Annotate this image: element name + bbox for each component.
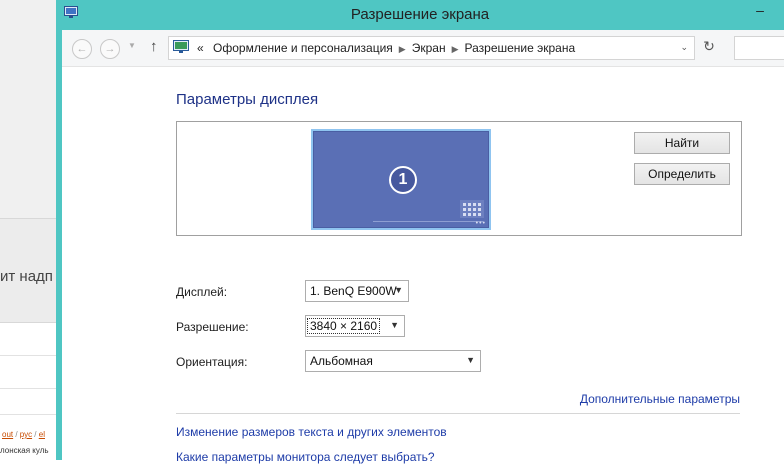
chevron-down-icon: ▼ — [394, 285, 403, 295]
background-link[interactable]: el — [39, 430, 45, 439]
chevron-down-icon: ▼ — [128, 41, 136, 50]
breadcrumb-item-resolution[interactable]: Разрешение экрана — [465, 41, 576, 55]
display-select[interactable]: 1. BenQ E900W ▼ — [305, 280, 409, 302]
display-arrangement: 1 ••• Найти Определить — [176, 121, 742, 236]
breadcrumb-item-display[interactable]: Экран — [412, 41, 446, 55]
dots-icon: ••• — [475, 220, 486, 227]
chevron-down-icon: ▼ — [390, 320, 399, 330]
taskbar-line — [373, 221, 483, 222]
forward-button[interactable]: → — [100, 39, 120, 59]
address-bar: ← → ▼ ↑ « Оформление и персонализация ▶ Эк… — [62, 30, 784, 67]
control-panel-icon — [173, 40, 189, 53]
resolution-value: 3840 × 2160 — [306, 318, 381, 334]
search-input[interactable] — [734, 36, 784, 60]
divider — [0, 414, 56, 415]
breadcrumb[interactable]: « Оформление и персонализация ▶ Экран ▶ Разр… — [168, 36, 695, 60]
find-button[interactable]: Найти — [634, 132, 730, 154]
background-links: out / рус / el — [2, 430, 45, 439]
advanced-settings-link[interactable]: Дополнительные параметры — [580, 392, 740, 406]
background-text: лонская куль — [0, 446, 49, 455]
minimize-button[interactable]: – — [750, 2, 770, 22]
chevron-down-icon: ▼ — [466, 355, 475, 365]
grid-icon — [460, 200, 484, 218]
back-button[interactable]: ← — [72, 39, 92, 59]
window-title: Разрешение экрана — [350, 6, 490, 23]
breadcrumb-item-personalization[interactable]: Оформление и персонализация — [213, 41, 393, 55]
monitor-help-link[interactable]: Какие параметры монитора следует выбрать… — [176, 450, 435, 464]
orientation-value: Альбомная — [310, 354, 373, 368]
resolution-label: Разрешение: — [176, 320, 249, 334]
up-button[interactable]: ↑ — [150, 38, 158, 55]
recent-pages-dropdown[interactable]: ▼ — [128, 41, 136, 50]
window-content: ← → ▼ ↑ « Оформление и персонализация ▶ Эк… — [62, 30, 784, 464]
background-area — [0, 0, 56, 218]
background-link[interactable]: рус — [20, 430, 32, 439]
refresh-icon: ↻ — [703, 38, 715, 54]
background-window: ит надп out / рус / el лонская куль — [0, 0, 56, 460]
display-label: Дисплей: — [176, 285, 228, 299]
screen-resolution-window: Разрешение экрана – ← → ▼ ↑ « Оформление… — [56, 0, 784, 464]
orientation-select[interactable]: Альбомная ▼ — [305, 350, 481, 372]
refresh-button[interactable]: ↻ — [700, 38, 718, 56]
background-link[interactable]: out — [2, 430, 13, 439]
title-bar[interactable]: Разрешение экрана – — [56, 0, 784, 30]
divider — [176, 413, 740, 414]
chevron-right-icon[interactable]: ▶ — [399, 44, 406, 54]
divider — [0, 355, 56, 356]
chevron-right-icon[interactable]: ▶ — [452, 44, 459, 54]
back-arrow-icon: ← — [76, 43, 88, 55]
orientation-label: Ориентация: — [176, 355, 248, 369]
page-title: Параметры дисплея — [176, 91, 319, 108]
text-size-link[interactable]: Изменение размеров текста и других элеме… — [176, 425, 447, 439]
background-panel-text: ит надп — [0, 268, 53, 285]
display-value: 1. BenQ E900W — [310, 284, 397, 298]
chevron-down-icon: ⌄ — [680, 42, 688, 52]
resolution-select[interactable]: 3840 × 2160 ▼ — [305, 315, 405, 337]
identify-button[interactable]: Определить — [634, 163, 730, 185]
breadcrumb-overflow[interactable]: « — [197, 41, 204, 55]
monitor-number: 1 — [389, 166, 417, 194]
address-dropdown[interactable]: ⌄ — [680, 42, 688, 53]
divider — [0, 388, 56, 389]
up-arrow-icon: ↑ — [150, 38, 158, 55]
breadcrumb-path: « Оформление и персонализация ▶ Экран ▶ Разр… — [197, 41, 575, 55]
monitor-tile[interactable]: 1 ••• — [311, 129, 491, 230]
forward-arrow-icon: → — [104, 43, 116, 55]
